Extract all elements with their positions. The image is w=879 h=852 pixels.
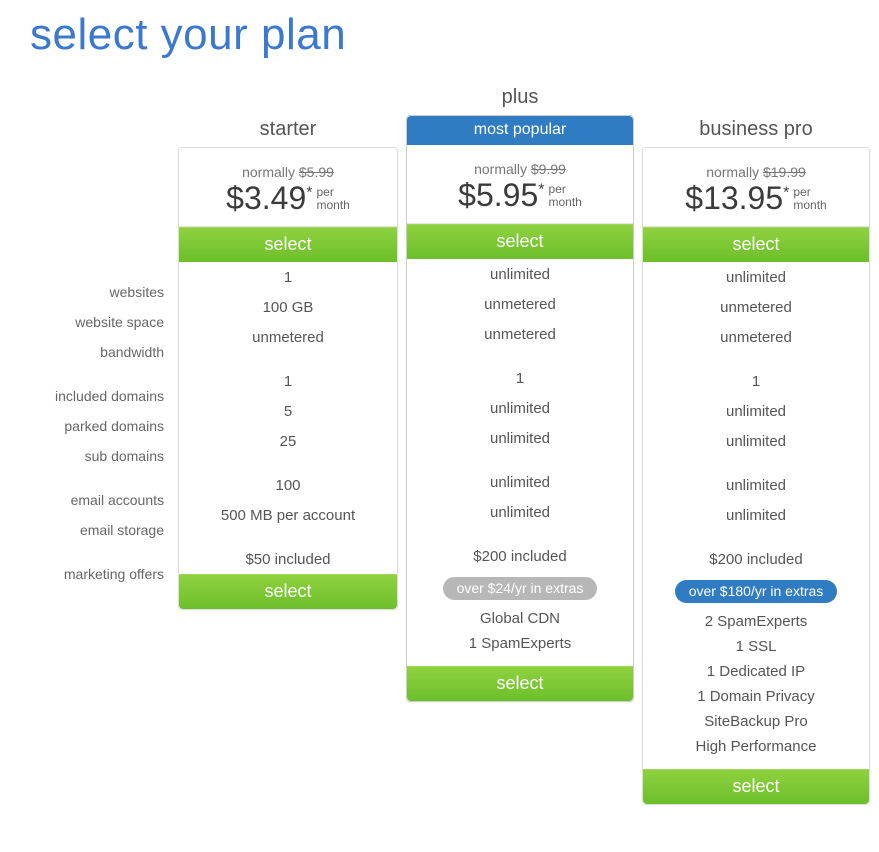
plus-website-space: unmetered: [407, 289, 633, 319]
plus-normally-label: normally: [474, 161, 527, 177]
starter-price-block: normally $5.99 $3.49* per month: [179, 148, 397, 227]
starter-per-month: per month: [316, 182, 349, 212]
starter-normally-label: normally: [242, 164, 295, 180]
pricing-grid: websites website space bandwidth include…: [30, 85, 849, 805]
business-select-bottom-button[interactable]: select: [643, 769, 869, 804]
plan-business-title: business pro: [642, 117, 870, 147]
label-websites: websites: [30, 277, 164, 307]
plan-plus: most popular normally $9.99 $5.95* per m…: [406, 115, 634, 702]
plus-included-domains: 1: [407, 363, 633, 393]
business-parked-domains: unlimited: [643, 396, 869, 426]
plus-price-block: normally $9.99 $5.95* per month: [407, 145, 633, 224]
plus-normally-price: $9.99: [531, 161, 566, 177]
starter-select-top-button[interactable]: select: [179, 227, 397, 262]
labels-column: websites website space bandwidth include…: [30, 85, 170, 805]
plus-extra-1: 1 SpamExperts: [407, 631, 633, 656]
business-included-domains: 1: [643, 366, 869, 396]
business-bandwidth: unmetered: [643, 322, 869, 352]
plus-extras-pill: over $24/yr in extras: [443, 577, 598, 600]
business-normally-price: $19.99: [763, 164, 806, 180]
business-extra-2: 1 Dedicated IP: [643, 659, 869, 684]
plus-select-bottom-button[interactable]: select: [407, 666, 633, 701]
plus-bandwidth: unmetered: [407, 319, 633, 349]
starter-sub-domains: 25: [179, 426, 397, 456]
label-bandwidth: bandwidth: [30, 337, 164, 367]
page-title: select your plan: [30, 10, 849, 60]
starter-email-storage: 500 MB per account: [179, 500, 397, 530]
plan-business: normally $19.99 $13.95* per month select…: [642, 147, 870, 805]
business-normally: normally $19.99: [649, 164, 863, 180]
business-sub-domains: unlimited: [643, 426, 869, 456]
starter-included-domains: 1: [179, 366, 397, 396]
starter-price: $3.49*: [226, 182, 312, 214]
starter-normally-price: $5.99: [299, 164, 334, 180]
business-extras-pill: over $180/yr in extras: [675, 580, 838, 603]
plus-price: $5.95*: [458, 179, 544, 211]
starter-email-accounts: 100: [179, 470, 397, 500]
starter-bandwidth: unmetered: [179, 322, 397, 352]
plus-email-storage: unlimited: [407, 497, 633, 527]
label-parked-domains: parked domains: [30, 411, 164, 441]
label-sub-domains: sub domains: [30, 441, 164, 471]
label-email-accounts: email accounts: [30, 485, 164, 515]
business-websites: unlimited: [643, 262, 869, 292]
business-website-space: unmetered: [643, 292, 869, 322]
plus-per-month: per month: [548, 179, 581, 209]
plus-email-accounts: unlimited: [407, 467, 633, 497]
label-included-domains: included domains: [30, 381, 164, 411]
business-extra-3: 1 Domain Privacy: [643, 684, 869, 709]
most-popular-badge: most popular: [407, 116, 633, 145]
plan-business-wrapper: business pro normally $19.99 $13.95* per…: [642, 85, 870, 805]
business-email-storage: unlimited: [643, 500, 869, 530]
business-per-month: per month: [793, 182, 826, 212]
business-marketing-offers: $200 included: [643, 544, 869, 574]
starter-normally: normally $5.99: [185, 164, 391, 180]
plan-starter-title: starter: [178, 117, 398, 147]
plan-starter: normally $5.99 $3.49* per month select 1…: [178, 147, 398, 610]
business-price: $13.95*: [685, 182, 789, 214]
plus-parked-domains: unlimited: [407, 393, 633, 423]
starter-select-bottom-button[interactable]: select: [179, 574, 397, 609]
business-extra-1: 1 SSL: [643, 634, 869, 659]
plan-starter-wrapper: starter normally $5.99 $3.49* per month …: [178, 85, 398, 805]
starter-marketing-offers: $50 included: [179, 544, 397, 574]
business-price-block: normally $19.99 $13.95* per month: [643, 148, 869, 227]
label-website-space: website space: [30, 307, 164, 337]
business-select-top-button[interactable]: select: [643, 227, 869, 262]
plus-normally: normally $9.99: [413, 161, 627, 177]
plus-marketing-offers: $200 included: [407, 541, 633, 571]
starter-parked-domains: 5: [179, 396, 397, 426]
business-email-accounts: unlimited: [643, 470, 869, 500]
plus-extra-0: Global CDN: [407, 606, 633, 631]
plus-select-top-button[interactable]: select: [407, 224, 633, 259]
business-extra-4: SiteBackup Pro: [643, 709, 869, 734]
business-extra-0: 2 SpamExperts: [643, 609, 869, 634]
plan-plus-wrapper: plus most popular normally $9.99 $5.95* …: [406, 85, 634, 805]
plus-sub-domains: unlimited: [407, 423, 633, 453]
starter-websites: 1: [179, 262, 397, 292]
label-email-storage: email storage: [30, 515, 164, 545]
plan-plus-title: plus: [406, 85, 634, 115]
label-marketing-offers: marketing offers: [30, 559, 164, 589]
business-extra-5: High Performance: [643, 734, 869, 759]
starter-website-space: 100 GB: [179, 292, 397, 322]
business-normally-label: normally: [706, 164, 759, 180]
plus-websites: unlimited: [407, 259, 633, 289]
